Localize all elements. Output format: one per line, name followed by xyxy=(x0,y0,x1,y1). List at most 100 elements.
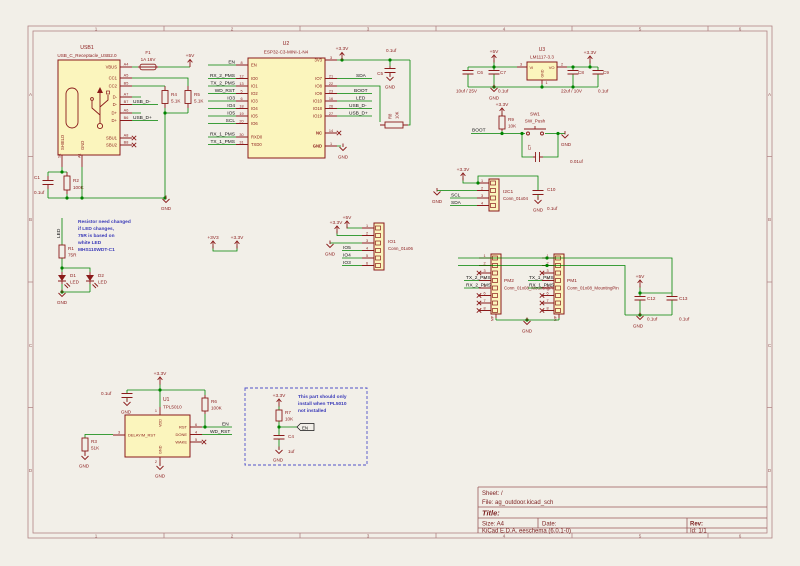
note-tpl: This part should only install when TPL50… xyxy=(298,394,347,414)
component-u3[interactable]: U3 LM1117-3.3 VI VO GND 3 2 1 xyxy=(517,47,567,85)
pin-name: D- xyxy=(113,102,118,107)
net-label: IO5 xyxy=(343,245,351,251)
power-tie[interactable]: +3V3 +3.3V xyxy=(207,235,244,251)
component-c-sw[interactable]: C? 0.01uf xyxy=(527,144,583,164)
gnd-icon xyxy=(276,447,283,454)
gnd-label: GND xyxy=(325,252,336,257)
pin-name: D+ xyxy=(112,111,118,116)
component-r6[interactable]: R6 100K xyxy=(202,395,223,414)
wires-pm[interactable] xyxy=(458,256,672,321)
net-label-boot: BOOT xyxy=(472,128,486,134)
no-connect-icon xyxy=(132,136,136,147)
pin-number: 1 xyxy=(155,409,157,413)
pin-number: 19 xyxy=(239,112,243,116)
boot-switch-section[interactable]: R9 10K +3.3V SW1 SW_Push C? 0.01uf GND B… xyxy=(471,102,583,164)
c10-ref: C10 xyxy=(547,187,556,192)
usb1-value: USB_C_Receptacle_USB2.0 xyxy=(57,53,117,58)
pin-number: 7 xyxy=(483,299,485,303)
component-r3[interactable]: R3 51K xyxy=(82,438,100,455)
title-block-date: Date: xyxy=(542,522,557,528)
power-3v3-icon xyxy=(335,226,340,234)
c9-value: 0.1uf xyxy=(598,89,609,94)
pin-name: D- xyxy=(113,95,118,100)
gnd-icon xyxy=(327,241,334,248)
pin-name: 3V3 xyxy=(315,58,323,63)
gnd-label: GND xyxy=(633,324,644,329)
net-label: TX_2_PMS xyxy=(210,80,235,86)
tpl5010-section[interactable]: +3.3V 0.1uf GND R6 100K U1 TPL5010 VDD G… xyxy=(79,371,232,479)
row-label: A xyxy=(768,92,772,97)
gnd-icon xyxy=(124,399,131,406)
power-3v3-icon xyxy=(277,399,282,407)
d2-value: LED xyxy=(98,280,108,285)
component-c5[interactable]: C5 0.1uf xyxy=(377,48,397,76)
net-label: IO4 xyxy=(343,253,351,259)
component-r5[interactable]: R5 5.1K xyxy=(185,86,204,108)
component-r7[interactable]: R7 10K xyxy=(276,410,294,422)
regulator-section[interactable]: U3 LM1117-3.3 VI VO GND 3 2 1 +5V +3.3V … xyxy=(456,47,609,101)
row-label: B xyxy=(768,217,771,222)
pin-number: A8 xyxy=(124,134,129,138)
component-r2[interactable]: R2 100K xyxy=(64,172,85,194)
component-io1[interactable]: 1 2 3 4 5 6 IO1 Conn_01x06 xyxy=(362,223,413,270)
power-label: +5V xyxy=(636,274,645,280)
pin-number: A7 xyxy=(124,93,129,97)
net-label: TX_1_PMS xyxy=(210,139,235,145)
power-3v3-icon xyxy=(158,377,163,385)
power-label: +3.3V xyxy=(496,102,509,108)
pin-number: 6 xyxy=(195,423,197,427)
pin-number: 5 xyxy=(195,438,197,442)
pin-name: GND xyxy=(541,69,545,77)
gnd-label: GND xyxy=(561,142,572,147)
r3-ref: R3 xyxy=(91,439,97,444)
net-label: TX_2_PMS xyxy=(466,275,491,281)
wires-u2-right[interactable] xyxy=(337,58,410,146)
r1-ref: R1 xyxy=(68,246,74,251)
net-label: EN xyxy=(228,59,235,65)
component-i2c1[interactable]: 1 2 3 4 I2C1 Conn_01x04 xyxy=(477,179,528,211)
title-block-file: File: ag_outdoor.kicad_sch xyxy=(482,500,553,506)
pin-number: 12 xyxy=(239,74,243,78)
r8-value: 10K xyxy=(395,111,400,119)
component-r8[interactable]: R8 10K xyxy=(380,111,408,128)
power-5v-icon xyxy=(345,221,350,229)
component-c6[interactable]: C6 10uf / 25V xyxy=(456,70,483,94)
component-c-tpl[interactable]: 0.1uf xyxy=(101,391,133,398)
pm-section[interactable]: 1 2 3 4 5 6 7 8 MP PM2 Conn_01x08_Mounti… xyxy=(458,254,690,334)
pin-name: IO9 xyxy=(315,91,322,96)
r5-value: 5.1K xyxy=(194,99,204,104)
pin-number: MP xyxy=(491,315,495,321)
d2-ref: D2 xyxy=(98,273,104,278)
r9-value: 10K xyxy=(508,124,517,129)
component-c9[interactable]: C9 0.1uf xyxy=(593,70,610,94)
gnd-label: GND xyxy=(121,410,132,415)
pin-number: 5 xyxy=(240,89,242,93)
pin-number: 14 xyxy=(329,129,333,133)
net-label-en: EN xyxy=(222,422,229,428)
component-u2[interactable]: U2 ESP32-C3-MINI-1-N4 EN IO0 IO1 IO2 IO3… xyxy=(236,41,341,158)
component-d1[interactable]: D1 LED xyxy=(58,272,80,288)
alt-en-section[interactable]: +3.3V R7 10K EN C4 1uf GND This part sho… xyxy=(245,388,367,465)
pin-number: 3 xyxy=(366,239,368,243)
net-label-usb-dm: USB_D- xyxy=(133,99,151,105)
title-block: Sheet: / File: ag_outdoor.kicad_sch Titl… xyxy=(478,487,767,534)
pm1-ref: PM1 xyxy=(567,278,577,284)
schematic-canvas[interactable]: 1 2 3 4 5 6 1 2 3 4 5 6 A B C D A B C D … xyxy=(0,0,800,566)
component-sw1[interactable]: SW1 SW_Push xyxy=(524,112,546,136)
component-c13[interactable]: C13 0.1uf xyxy=(667,296,690,322)
component-r1[interactable]: R1 75R xyxy=(59,245,77,258)
component-r4[interactable]: R4 5.1K xyxy=(162,86,181,108)
component-f1[interactable]: F1 1A 16V xyxy=(138,50,158,70)
component-u1[interactable]: U1 TPL5010 VDD GND DELAY/M_RST RST DONE … xyxy=(113,397,206,465)
f1-ref: F1 xyxy=(145,50,151,55)
c9-ref: C9 xyxy=(603,70,609,75)
c5-value: 0.1uf xyxy=(386,48,397,53)
component-c7[interactable]: C7 0.1uf xyxy=(489,70,509,94)
component-d2[interactable]: D2 LED xyxy=(86,272,108,288)
component-usb1[interactable]: USB1 USB_C_Receptacle_USB2.0 VBUS CC1 CC… xyxy=(57,45,136,167)
c-tpl-value: 0.1uf xyxy=(101,391,112,396)
power-5v-icon xyxy=(188,60,193,68)
component-c1[interactable]: C1 0.1uf xyxy=(34,175,54,195)
c6-value: 10uf / 25V xyxy=(456,89,478,94)
component-r9[interactable]: R9 10K xyxy=(499,116,517,131)
